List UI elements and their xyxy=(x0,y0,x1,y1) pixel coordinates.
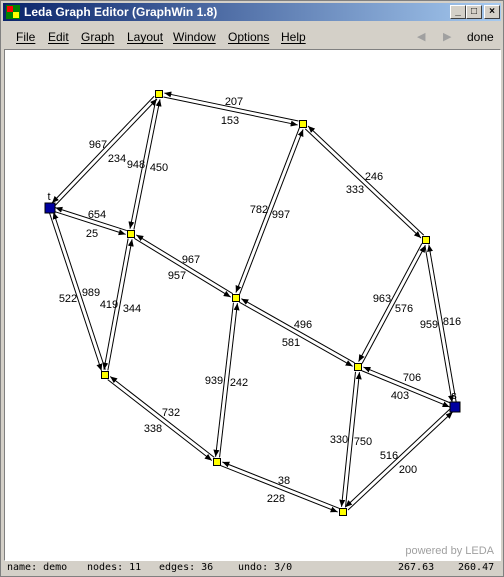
edge-weight-label: 234 xyxy=(108,153,126,165)
status-undo: undo: 3/0 xyxy=(238,562,293,573)
edge-weight-label: 957 xyxy=(168,270,186,282)
leda-app-icon xyxy=(6,5,20,19)
done-button[interactable]: done xyxy=(467,30,494,44)
graph-edge[interactable] xyxy=(239,301,353,367)
edge-weight-label: 581 xyxy=(282,337,300,349)
maximize-button[interactable]: □ xyxy=(466,5,482,19)
edge-weight-label: 997 xyxy=(272,209,290,221)
terminal-node-t[interactable] xyxy=(44,202,56,214)
graph-node[interactable] xyxy=(299,120,307,128)
menu-graph[interactable]: Graph xyxy=(81,30,114,44)
edge-weight-label: 782 xyxy=(250,204,268,216)
back-arrow-icon[interactable]: ◀ xyxy=(417,30,425,43)
window-title: Leda Graph Editor (GraphWin 1.8) xyxy=(24,5,218,19)
graph-edge[interactable] xyxy=(361,245,426,364)
graph-edge[interactable] xyxy=(347,411,454,511)
menu-file[interactable]: File xyxy=(16,30,35,44)
menu-edit[interactable]: Edit xyxy=(48,30,69,44)
edge-weight-label: 516 xyxy=(380,450,398,462)
edge-weight-label: 967 xyxy=(89,139,107,151)
title-bar: Leda Graph Editor (GraphWin 1.8) _ □ × xyxy=(3,3,501,21)
edge-weight-label: 939 xyxy=(205,375,223,387)
graph-node[interactable] xyxy=(101,371,109,379)
edge-weight-label: 403 xyxy=(391,390,409,402)
graph-edge[interactable] xyxy=(133,237,231,298)
graph-node[interactable] xyxy=(127,230,135,238)
graph-node[interactable] xyxy=(232,294,240,302)
powered-by-leda: powered by LEDA xyxy=(405,545,494,557)
edge-weight-label: 242 xyxy=(230,377,248,389)
edge-weight-label: 496 xyxy=(294,319,312,331)
edge-weight-label: 450 xyxy=(150,162,168,174)
graph-node[interactable] xyxy=(213,458,221,466)
edge-weight-label: 522 xyxy=(59,293,77,305)
terminal-node-s[interactable] xyxy=(449,401,461,413)
edge-weight-label: 732 xyxy=(162,407,180,419)
status-edges: edges: 36 xyxy=(159,562,214,573)
graph-edge[interactable] xyxy=(220,465,338,513)
edge-weight-label: 246 xyxy=(365,171,383,183)
node-label-s: s xyxy=(451,390,457,402)
menu-help[interactable]: Help xyxy=(281,30,306,44)
close-button[interactable]: × xyxy=(484,5,500,19)
edge-weight-label: 959 xyxy=(420,319,438,331)
edge-weight-label: 344 xyxy=(123,303,141,315)
edge-weight-label: 207 xyxy=(225,96,243,108)
edge-weight-label: 228 xyxy=(267,493,285,505)
edge-weight-label: 654 xyxy=(88,209,106,221)
edge-weight-label: 750 xyxy=(354,436,372,448)
edge-weight-label: 967 xyxy=(182,254,200,266)
edge-weight-label: 200 xyxy=(399,464,417,476)
graph-node[interactable] xyxy=(155,90,163,98)
edge-weight-label: 576 xyxy=(395,303,413,315)
graph-canvas[interactable]: 207 153 967 234 948 450 782 997 246 333 654 25 967 95… xyxy=(4,49,501,561)
status-nodes: nodes: 11 xyxy=(87,562,142,573)
status-coord-y: 260.47 xyxy=(458,562,495,573)
status-coord-x: 267.63 xyxy=(398,562,435,573)
menu-bar: File Edit Graph Layout Window Options He… xyxy=(3,25,501,47)
minimize-button[interactable]: _ xyxy=(450,5,466,19)
graph-drawing[interactable]: 207153967234 948 450782 9972463336542596795… xyxy=(5,50,500,560)
graph-node[interactable] xyxy=(339,508,347,516)
edge-weight-label: 948 xyxy=(127,159,145,171)
edge-weight-label: 333 xyxy=(346,184,364,196)
graph-edge[interactable] xyxy=(107,379,213,461)
edge-weight-label: 706 xyxy=(403,372,421,384)
app-window: Leda Graph Editor (GraphWin 1.8) _ □ × F… xyxy=(0,0,504,577)
status-name: name: demo xyxy=(7,562,68,573)
edge-weight-label: 963 xyxy=(373,293,391,305)
edge-weight-label: 989 xyxy=(82,287,100,299)
edge-weight-label: 338 xyxy=(144,423,162,435)
node-label-t: t xyxy=(47,191,50,203)
graph-node[interactable] xyxy=(422,236,430,244)
menu-layout[interactable]: Layout xyxy=(127,30,163,44)
menu-options[interactable]: Options xyxy=(228,30,269,44)
status-bar: name: demo nodes: 11 edges: 36 undo: 3/0… xyxy=(3,561,501,576)
edge-weight-label: 330 xyxy=(330,434,348,446)
edge-weight-label: 816 xyxy=(443,316,461,328)
edge-weight-label: 153 xyxy=(221,115,239,127)
edge-weight-label: 25 xyxy=(86,228,98,240)
menu-window[interactable]: Window xyxy=(173,30,216,44)
graph-node[interactable] xyxy=(354,363,362,371)
forward-arrow-icon[interactable]: ▶ xyxy=(443,30,451,43)
edge-weight-label: 419 xyxy=(100,299,118,311)
edge-weight-label: 38 xyxy=(278,475,290,487)
